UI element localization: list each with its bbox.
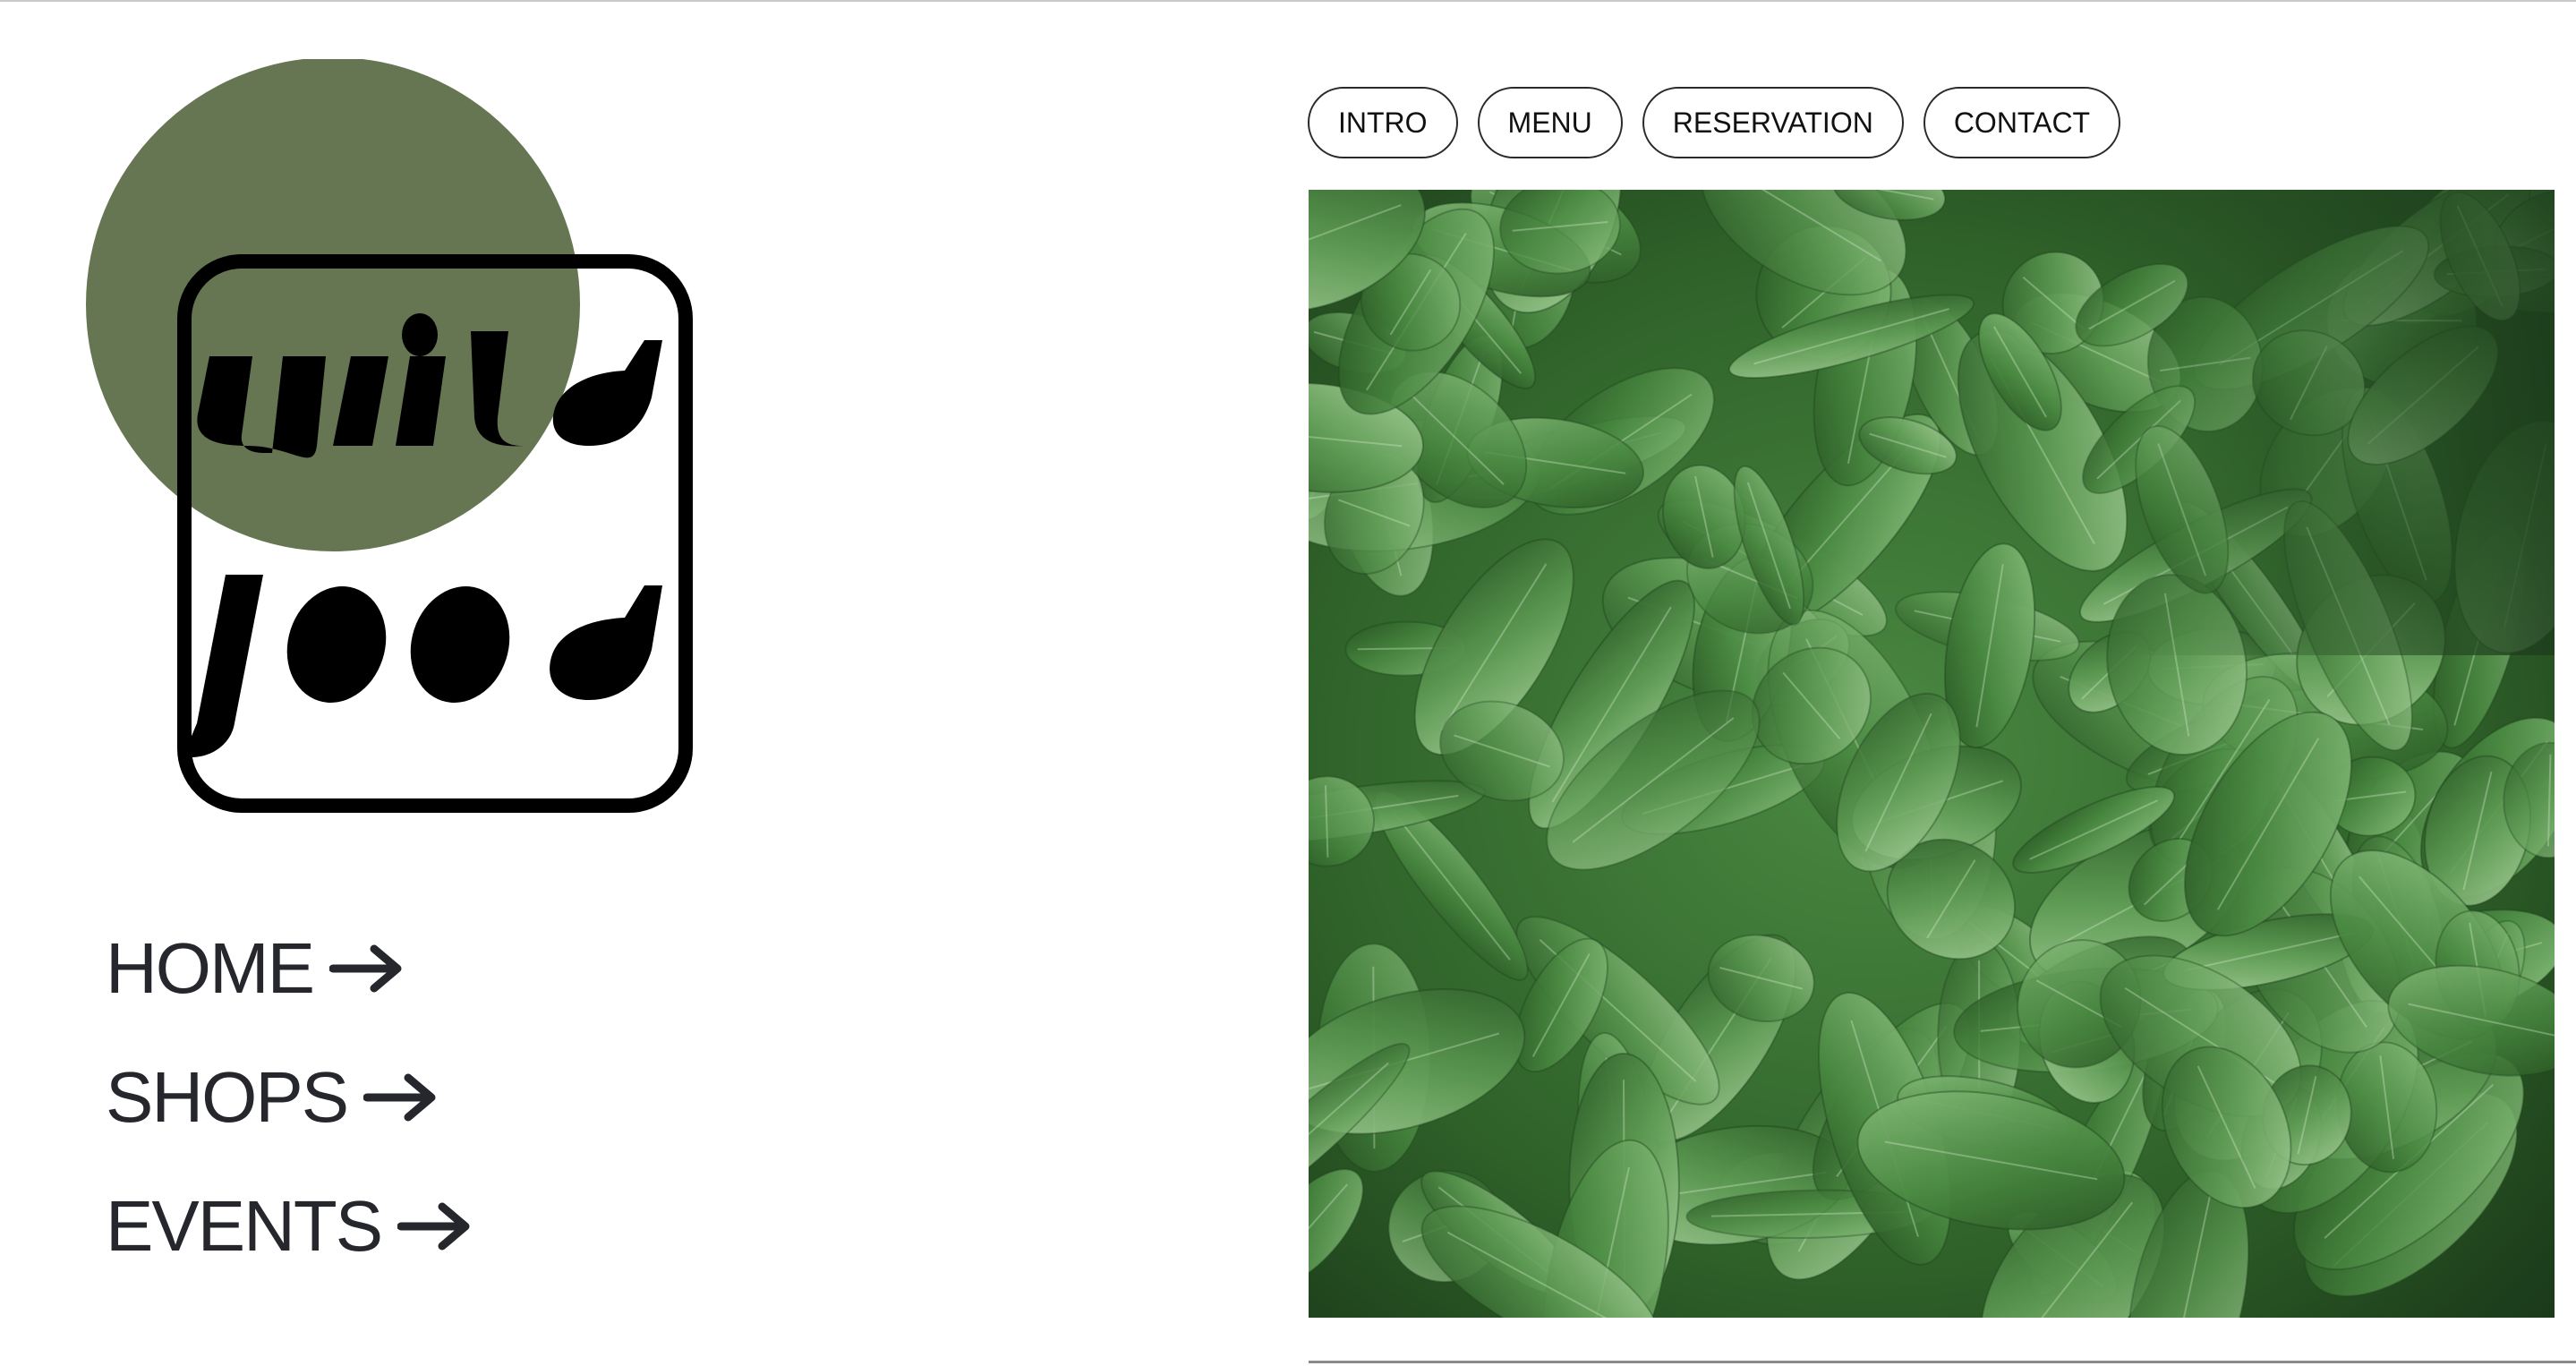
page: HOME SHOPS EVENTS INTRO MENU RESERVATION [0, 0, 2576, 1366]
top-divider [0, 0, 2576, 2]
arrow-right-icon [397, 1202, 470, 1251]
wild-food-logo[interactable] [77, 59, 704, 820]
nav-shops-link[interactable]: SHOPS [106, 1033, 732, 1162]
section-tabs: INTRO MENU RESERVATION CONTACT [1308, 87, 2121, 158]
spinach-photo [1309, 190, 2555, 1318]
nav-events-label: EVENTS [106, 1186, 383, 1266]
logo-circle [86, 59, 580, 551]
bottom-divider [1309, 1361, 2576, 1363]
tab-menu[interactable]: MENU [1477, 87, 1623, 158]
nav-home-link[interactable]: HOME [106, 904, 732, 1033]
main-nav: HOME SHOPS EVENTS [106, 904, 732, 1291]
arrow-right-icon [363, 1073, 436, 1122]
tab-intro[interactable]: INTRO [1308, 87, 1458, 158]
hero-image [1309, 190, 2555, 1318]
tab-contact[interactable]: CONTACT [1923, 87, 2121, 158]
logo-mark [86, 59, 693, 813]
nav-home-label: HOME [106, 928, 315, 1008]
tab-reservation[interactable]: RESERVATION [1642, 87, 1904, 158]
arrow-right-icon [329, 944, 402, 993]
nav-events-link[interactable]: EVENTS [106, 1162, 732, 1291]
logo-word-food [183, 575, 662, 757]
nav-shops-label: SHOPS [106, 1057, 349, 1137]
